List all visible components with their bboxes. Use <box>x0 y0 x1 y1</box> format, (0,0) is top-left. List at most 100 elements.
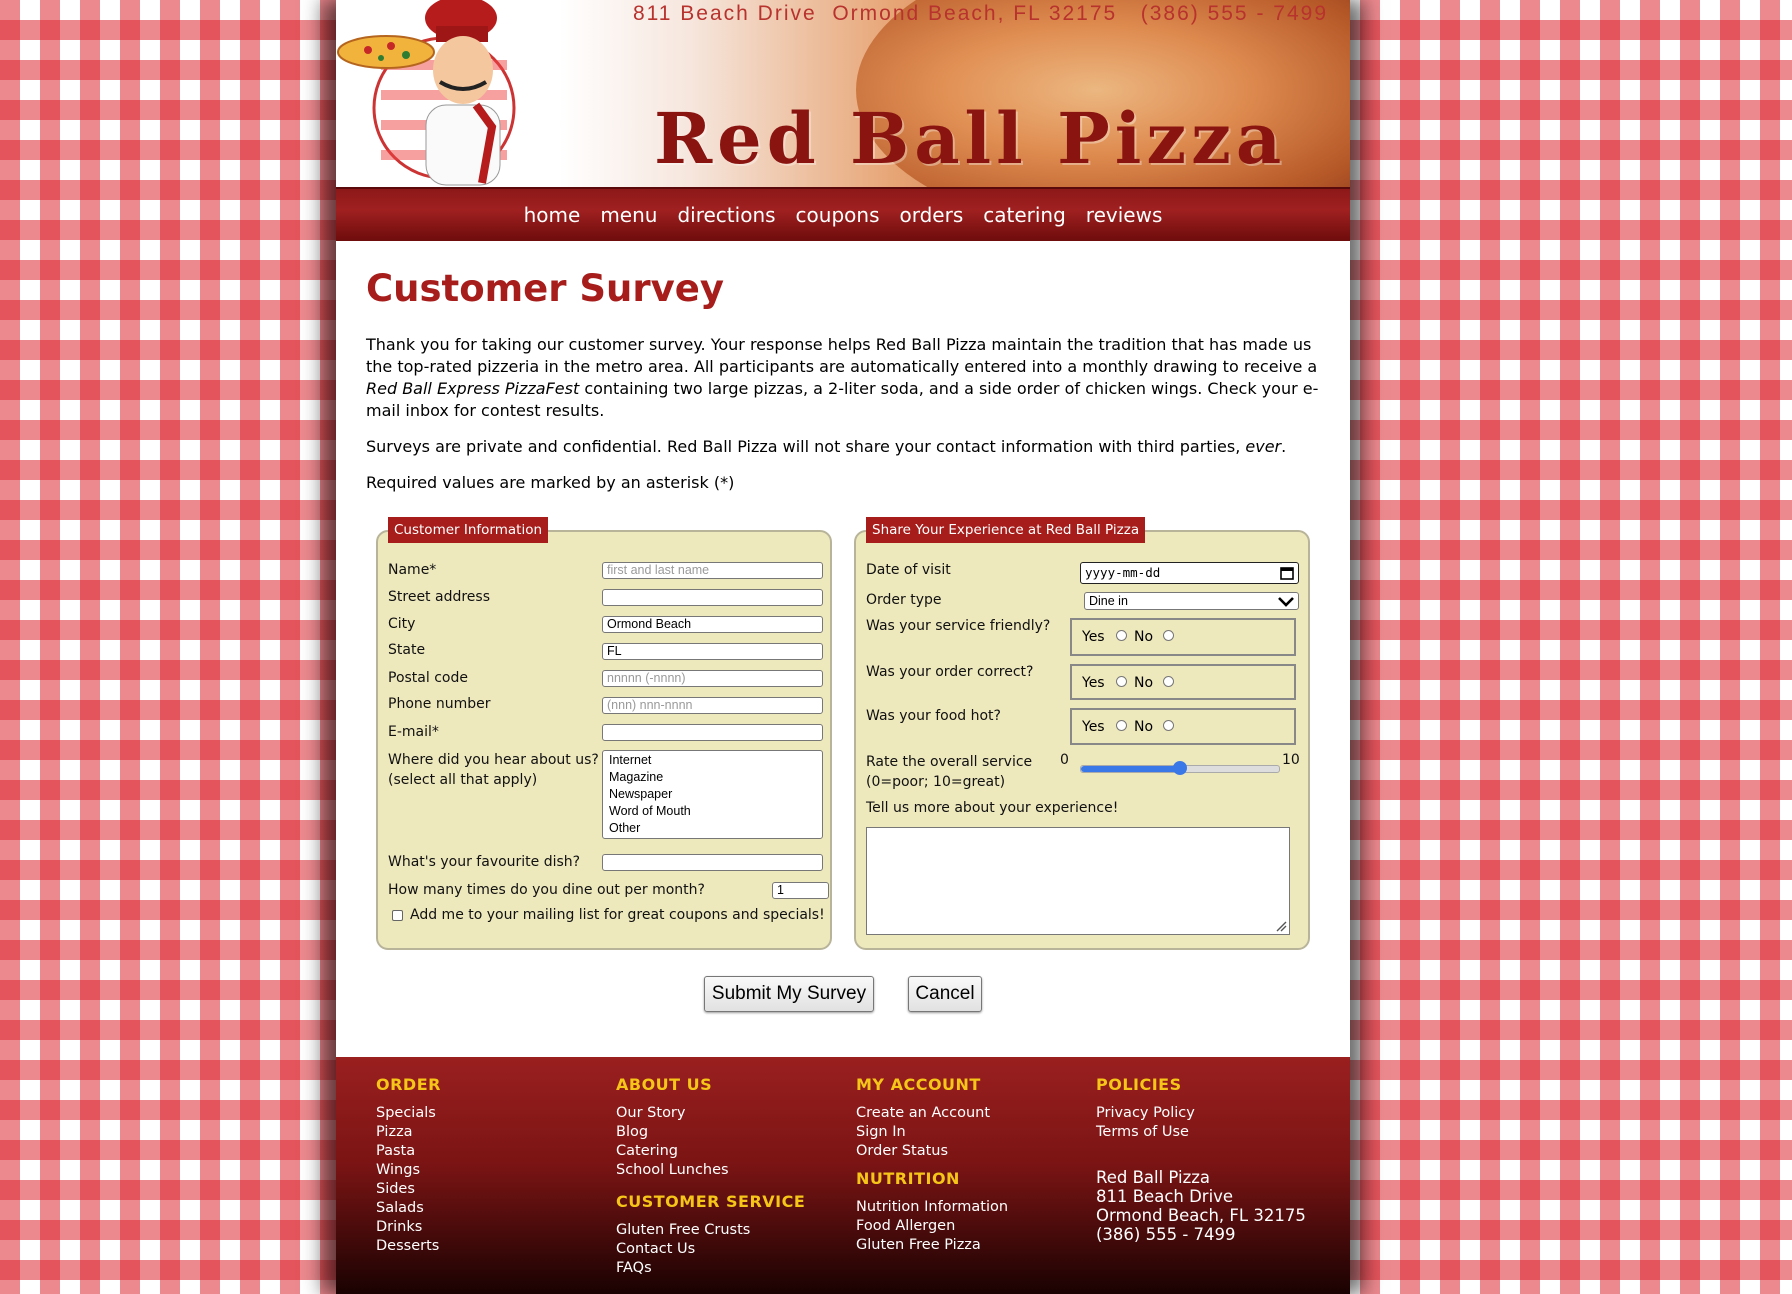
hear-select-list[interactable]: Internet Magazine Newspaper Word of Mout… <box>602 750 823 839</box>
experience-textarea[interactable] <box>866 827 1290 935</box>
footer-link[interactable]: Pasta <box>376 1142 441 1161</box>
nav-menu[interactable]: menu <box>590 203 667 227</box>
hear-option[interactable]: Word of Mouth <box>609 803 816 820</box>
city-input[interactable]: Ormond Beach <box>602 616 823 633</box>
nav-home[interactable]: home <box>514 203 591 227</box>
page-container: 811 Beach Drive Ormond Beach, FL 32175 (… <box>336 0 1350 1294</box>
footer-link[interactable]: Desserts <box>376 1237 441 1256</box>
mailing-checkbox[interactable] <box>392 910 403 921</box>
footer-link[interactable]: Salads <box>376 1199 441 1218</box>
nav-directions[interactable]: directions <box>667 203 785 227</box>
city-label: City <box>388 616 416 632</box>
contact-phone: (386) 555 - 7499 <box>1096 1225 1236 1244</box>
chevron-down-icon <box>1278 597 1294 607</box>
footer-link[interactable]: Pizza <box>376 1123 441 1142</box>
footer-link[interactable]: Catering <box>616 1142 805 1161</box>
nav-reviews[interactable]: reviews <box>1076 203 1173 227</box>
friendly-no-radio[interactable] <box>1163 630 1174 641</box>
rate-slider[interactable] <box>1080 761 1280 775</box>
footer-link[interactable]: Contact Us <box>616 1240 805 1259</box>
correct-label: Was your order correct? <box>866 664 1034 680</box>
footer-link[interactable]: Sign In <box>856 1123 1008 1142</box>
footer-link[interactable]: FAQs <box>616 1259 805 1278</box>
friendly-yes-radio[interactable] <box>1116 630 1127 641</box>
footer-contact: Red Ball Pizza 811 Beach Drive Ormond Be… <box>1096 1168 1306 1244</box>
hot-radio-group: Yes No <box>1070 708 1296 745</box>
page-title: Customer Survey <box>366 267 724 310</box>
hear-label: Where did you hear about us? (select all… <box>388 750 599 790</box>
footer-link[interactable]: Food Allergen <box>856 1217 1008 1236</box>
postal-label: Postal code <box>388 670 468 686</box>
footer-link[interactable]: Sides <box>376 1180 441 1199</box>
footer-link[interactable]: Privacy Policy <box>1096 1104 1306 1123</box>
submit-button[interactable]: Submit My Survey <box>704 976 874 1012</box>
hear-label-text: Where did you hear about us? <box>388 752 599 768</box>
footer-link[interactable]: Terms of Use <box>1096 1123 1306 1142</box>
contact-street: 811 Beach Drive <box>1096 1187 1234 1206</box>
rate-slider-thumb[interactable] <box>1173 761 1187 775</box>
experience-fieldset: Share Your Experience at Red Ball Pizza … <box>854 517 1310 950</box>
footer-heading: ORDER <box>376 1075 441 1094</box>
state-label: State <box>388 642 426 658</box>
more-label: Tell us more about your experience! <box>866 800 1119 816</box>
site-header: 811 Beach Drive Ormond Beach, FL 32175 (… <box>336 0 1350 189</box>
nav-coupons[interactable]: coupons <box>786 203 890 227</box>
dish-label: What's your favourite dish? <box>388 854 581 870</box>
email-label: E-mail* <box>388 724 439 740</box>
name-input[interactable]: first and last name <box>602 562 823 579</box>
rate-label-text: Rate the overall service <box>866 754 1033 770</box>
footer-link[interactable]: Our Story <box>616 1104 805 1123</box>
footer-link[interactable]: Gluten Free Pizza <box>856 1236 1008 1255</box>
correct-no-label: No <box>1134 675 1154 691</box>
resize-handle-icon[interactable] <box>1275 920 1287 932</box>
footer-link[interactable]: Blog <box>616 1123 805 1142</box>
name-label: Name* <box>388 562 437 578</box>
rate-slider-fill <box>1081 766 1180 772</box>
correct-yes-radio[interactable] <box>1116 676 1127 687</box>
hot-no-radio[interactable] <box>1163 720 1174 731</box>
hear-option[interactable]: Newspaper <box>609 786 816 803</box>
footer-link[interactable]: Order Status <box>856 1142 1008 1161</box>
footer-link[interactable]: School Lunches <box>616 1161 805 1180</box>
customer-info-legend: Customer Information <box>388 517 549 543</box>
chef-logo-icon[interactable] <box>336 0 536 186</box>
calendar-icon[interactable] <box>1280 566 1294 580</box>
cancel-button[interactable]: Cancel <box>908 976 982 1012</box>
intro-paragraph: Thank you for taking our customer survey… <box>366 335 1319 420</box>
nav-catering[interactable]: catering <box>973 203 1076 227</box>
hear-option[interactable]: Other <box>609 820 816 837</box>
phone-input[interactable]: (nnn) nnn-nnnn <box>602 697 823 714</box>
state-input[interactable]: FL <box>602 643 823 660</box>
footer-link[interactable]: Wings <box>376 1161 441 1180</box>
footer-link[interactable]: Specials <box>376 1104 441 1123</box>
footer-link[interactable]: Create an Account <box>856 1104 1008 1123</box>
correct-no-radio[interactable] <box>1163 676 1174 687</box>
postal-input[interactable]: nnnnn (-nnnn) <box>602 670 823 687</box>
contact-city: Ormond Beach, FL 32175 <box>1096 1206 1306 1225</box>
date-input[interactable]: yyyy-mm-dd <box>1080 562 1299 584</box>
dine-number-input[interactable]: 1 <box>772 882 829 899</box>
phone-label: Phone number <box>388 696 491 712</box>
order-type-select[interactable]: Dine in <box>1084 592 1299 610</box>
required-note: Required values are marked by an asteris… <box>366 473 735 492</box>
hear-option[interactable]: Magazine <box>609 769 816 786</box>
date-label: Date of visit <box>866 562 951 578</box>
footer-link[interactable]: Drinks <box>376 1218 441 1237</box>
dish-input[interactable] <box>602 854 823 871</box>
order-type-label: Order type <box>866 592 942 608</box>
footer-link[interactable]: Gluten Free Crusts <box>616 1221 805 1240</box>
experience-legend: Share Your Experience at Red Ball Pizza <box>866 517 1146 543</box>
footer-link[interactable]: Nutrition Information <box>856 1198 1008 1217</box>
hot-no-label: No <box>1134 719 1154 735</box>
hot-label: Was your food hot? <box>866 708 1001 724</box>
hot-yes-radio[interactable] <box>1116 720 1127 731</box>
street-input[interactable] <box>602 589 823 606</box>
friendly-label: Was your service friendly? <box>866 618 1051 634</box>
footer-heading: CUSTOMER SERVICE <box>616 1192 806 1211</box>
footer-heading: MY ACCOUNT <box>856 1075 981 1094</box>
hear-option[interactable]: Internet <box>609 752 816 769</box>
rate-label: Rate the overall service (0=poor; 10=gre… <box>866 752 1032 792</box>
nav-orders[interactable]: orders <box>889 203 973 227</box>
main-nav: home menu directions coupons orders cate… <box>336 189 1350 241</box>
email-input[interactable] <box>602 724 823 741</box>
